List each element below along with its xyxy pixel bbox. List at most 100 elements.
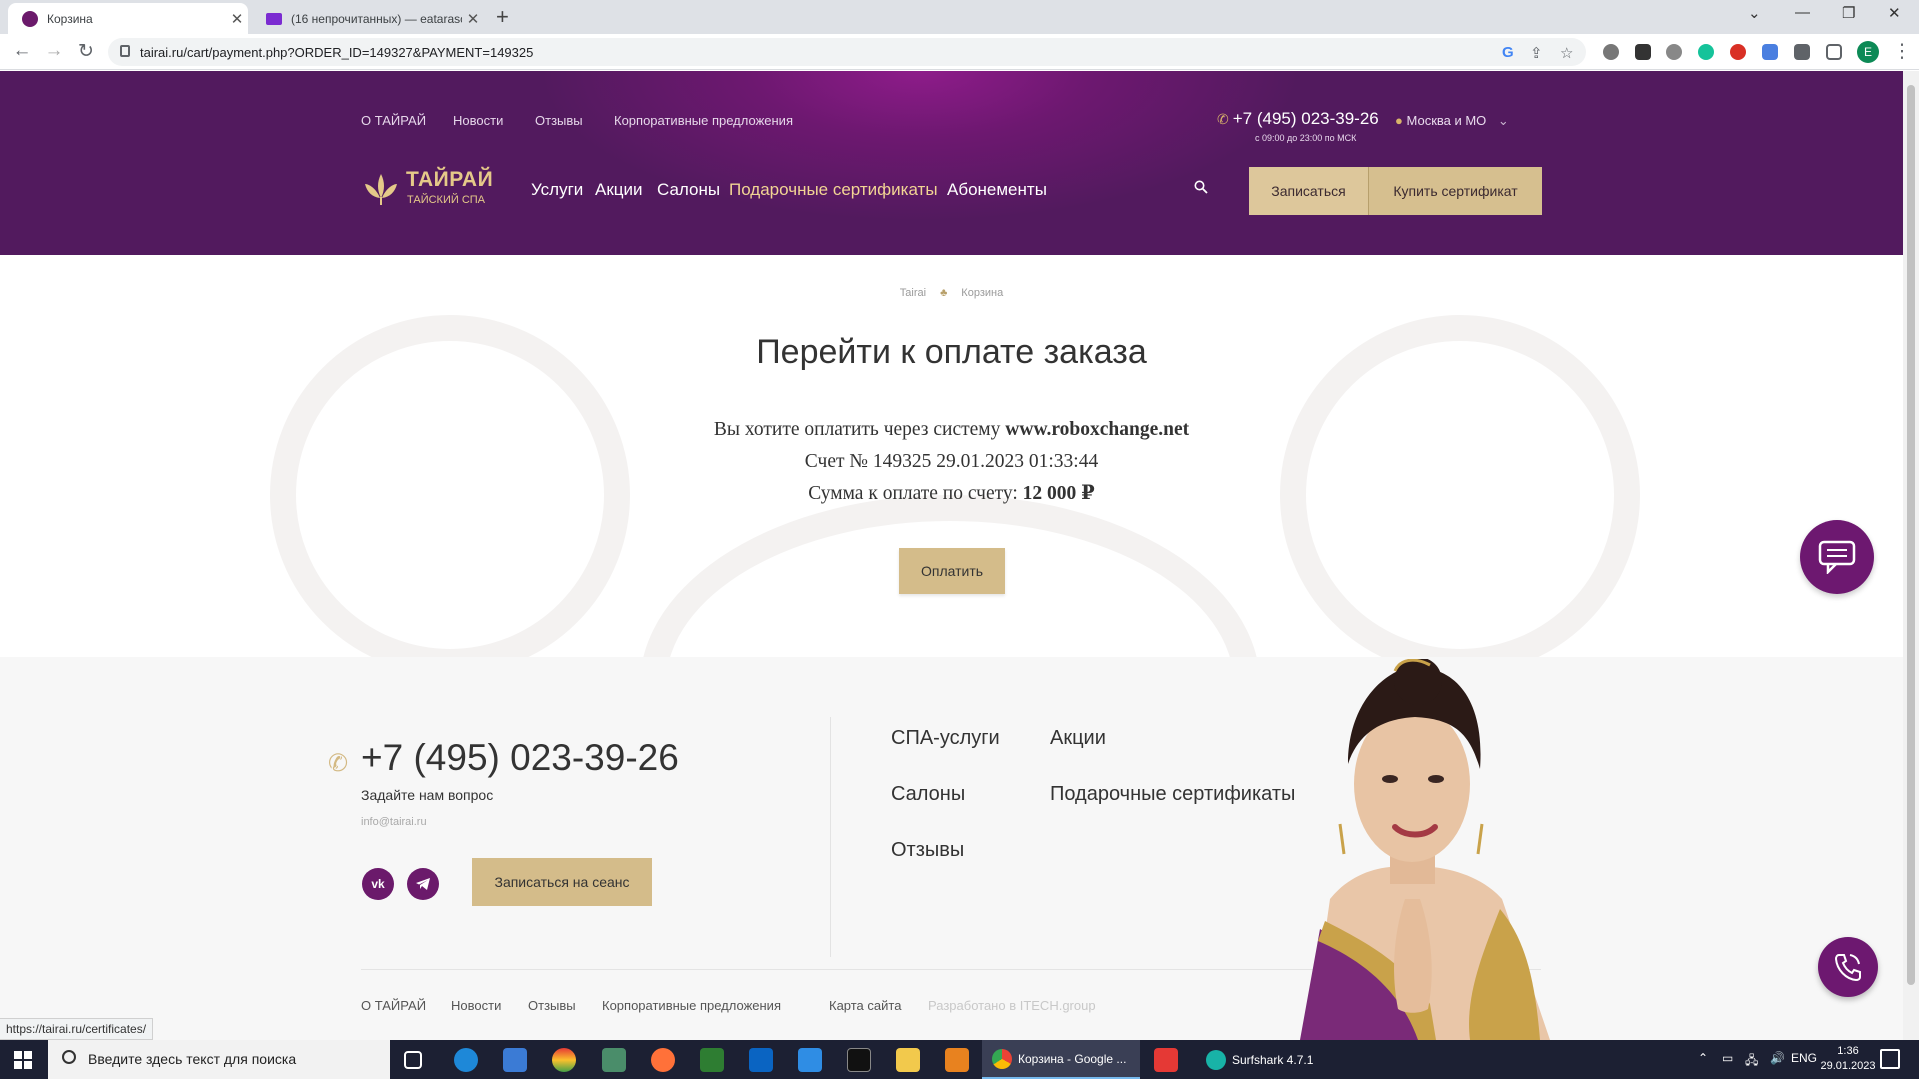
new-tab-button[interactable]: + [496, 4, 509, 30]
outlook-icon[interactable] [749, 1048, 773, 1072]
book-button[interactable]: Записаться [1249, 167, 1369, 215]
tray-chevron-icon[interactable]: ⌃ [1698, 1051, 1708, 1065]
site-header: О ТАЙРАЙ Новости Отзывы Корпоративные пр… [0, 71, 1903, 255]
clock-date: 29.01.2023 [1820, 1060, 1876, 1072]
close-window-button[interactable]: ✕ [1888, 4, 1901, 22]
close-tab-icon[interactable]: ✕ [226, 10, 248, 28]
extensions-puzzle-icon[interactable] [1794, 44, 1810, 60]
surfshark-icon [1206, 1049, 1226, 1070]
browser-menu-icon[interactable]: ⋮ [1890, 40, 1914, 63]
extension-globe-icon[interactable] [1603, 44, 1619, 60]
chat-widget-button[interactable] [1800, 520, 1874, 594]
volume-icon[interactable]: 🔊 [1770, 1051, 1785, 1065]
callback-button[interactable] [1818, 937, 1878, 997]
profile-avatar[interactable]: E [1857, 41, 1879, 63]
store-icon[interactable] [503, 1048, 527, 1072]
language-indicator[interactable]: ENG [1791, 1051, 1817, 1065]
pay-button[interactable]: Оплатить [899, 548, 1005, 594]
chevron-down-icon: ⌄ [1497, 113, 1509, 128]
tairai-favicon [22, 10, 38, 27]
nav-services[interactable]: Услуги [531, 180, 583, 200]
telegram-plane-icon [416, 878, 430, 890]
topnav-about[interactable]: О ТАЙРАЙ [361, 113, 426, 128]
firefox-icon[interactable] [651, 1048, 675, 1072]
url-text[interactable]: tairai.ru/cart/payment.php?ORDER_ID=1493… [140, 45, 533, 60]
topnav-reviews[interactable]: Отзывы [535, 113, 583, 128]
file-explorer-icon[interactable] [896, 1048, 920, 1072]
reload-icon[interactable]: ↻ [74, 40, 98, 63]
footer-bottom-developer[interactable]: Разработано в ITECH.group [928, 998, 1096, 1013]
taskbar-app-chrome[interactable]: Корзина - Google ... [982, 1040, 1140, 1079]
address-bar[interactable]: tairai.ru/cart/payment.php?ORDER_ID=1493… [108, 38, 1586, 66]
network-icon[interactable]: 🖧 [1745, 1051, 1758, 1072]
footer-bottom-corporate[interactable]: Корпоративные предложения [602, 998, 781, 1013]
forward-icon[interactable]: → [42, 40, 66, 62]
footer-bottom-reviews[interactable]: Отзывы [528, 998, 576, 1013]
telegram-icon[interactable] [407, 868, 439, 900]
header-phone-number[interactable]: +7 (495) 023-39-26 [1233, 109, 1379, 128]
ask-question-link[interactable]: Задайте нам вопрос [361, 787, 493, 803]
sublime-icon[interactable] [945, 1048, 969, 1072]
close-tab-icon[interactable]: ✕ [462, 10, 484, 28]
footer-email[interactable]: info@tairai.ru [361, 816, 427, 828]
windows-logo-icon [14, 1051, 32, 1069]
tab-mail[interactable]: (16 непрочитанных) — eatarasc ✕ [252, 3, 484, 34]
grammarly-icon[interactable] [1698, 44, 1714, 60]
tray-device-icon[interactable]: ▭ [1722, 1051, 1733, 1065]
phone-icon: ✆ [328, 750, 349, 777]
tab-cart[interactable]: Корзина ✕ [8, 3, 248, 34]
taskbar-search[interactable]: Введите здесь текст для поиска [48, 1040, 390, 1079]
extension-se-icon[interactable] [1635, 44, 1651, 60]
edge-icon[interactable] [454, 1048, 478, 1072]
footer-bottom-news[interactable]: Новости [451, 998, 501, 1013]
footer-link-promotions[interactable]: Акции [1050, 727, 1106, 750]
nav-salons[interactable]: Салоны [657, 180, 720, 200]
footer-phone[interactable]: +7 (495) 023-39-26 [361, 737, 679, 779]
phone-call-icon [1834, 954, 1861, 982]
scrollbar-thumb[interactable] [1907, 85, 1915, 985]
topnav-news[interactable]: Новости [453, 113, 503, 128]
notifications-icon[interactable] [1880, 1049, 1900, 1069]
translate-extension-icon[interactable] [1762, 44, 1778, 60]
tab-search-icon[interactable]: ⌄ [1748, 4, 1761, 22]
header-phone[interactable]: ✆ +7 (495) 023-39-26 [1217, 109, 1379, 129]
nav-gift-certificates[interactable]: Подарочные сертификаты [729, 180, 938, 200]
app-green-icon[interactable] [602, 1048, 626, 1072]
nav-subscriptions[interactable]: Абонементы [947, 180, 1047, 200]
book-session-button[interactable]: Записаться на сеанс [472, 858, 652, 906]
side-panel-icon[interactable] [1826, 44, 1842, 60]
browser-tabstrip: Корзина ✕ (16 непрочитанных) — eatarasc … [0, 0, 1919, 34]
start-button[interactable] [0, 1040, 46, 1079]
taskbar-clock[interactable]: 1:36 29.01.2023 [1818, 1044, 1878, 1074]
breadcrumb-home[interactable]: Tairai [900, 287, 926, 299]
task-view-icon[interactable] [404, 1051, 422, 1069]
app-colorful-icon[interactable] [552, 1048, 576, 1072]
wps-icon[interactable] [1154, 1048, 1178, 1072]
maximize-button[interactable]: ❐ [1842, 4, 1855, 22]
footer-link-spa[interactable]: СПА-услуги [891, 727, 1000, 750]
breadcrumb: Tairai ♣ Корзина [0, 287, 1903, 299]
terminal-icon[interactable] [847, 1048, 871, 1072]
mail-icon[interactable] [798, 1048, 822, 1072]
phone-icon: ✆ [1217, 111, 1229, 127]
back-icon[interactable]: ← [10, 40, 34, 62]
search-icon[interactable] [1194, 180, 1208, 194]
minimize-button[interactable]: — [1795, 4, 1810, 21]
taskbar-app-surfshark[interactable]: Surfshark 4.7.1 [1196, 1040, 1346, 1079]
footer-link-reviews[interactable]: Отзывы [891, 839, 964, 862]
topnav-corporate[interactable]: Корпоративные предложения [614, 113, 793, 128]
notes-icon[interactable] [700, 1048, 724, 1072]
buy-certificate-button[interactable]: Купить сертификат [1369, 167, 1542, 215]
share-icon[interactable]: ⇪ [1530, 44, 1543, 62]
footer-bottom-about[interactable]: О ТАЙРАЙ [361, 998, 426, 1013]
adblock-icon[interactable] [1730, 44, 1746, 60]
footer-link-salons[interactable]: Салоны [891, 783, 965, 806]
google-translate-icon[interactable]: G [1502, 44, 1514, 61]
city-selector[interactable]: ● Москва и МО ⌄ [1395, 113, 1509, 129]
nav-promotions[interactable]: Акции [595, 180, 643, 200]
vk-icon[interactable]: vk [362, 868, 394, 900]
extension-gray-icon[interactable] [1666, 44, 1682, 60]
page-scrollbar[interactable] [1903, 71, 1919, 1040]
footer-bottom-sitemap[interactable]: Карта сайта [829, 998, 901, 1013]
bookmark-star-icon[interactable]: ☆ [1560, 44, 1573, 62]
